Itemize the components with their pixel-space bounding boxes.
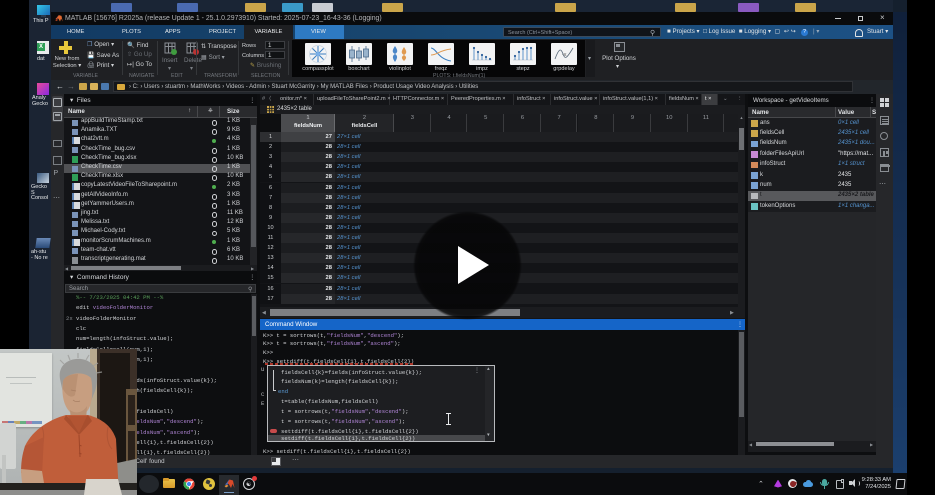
svg-text:-π: -π [562, 52, 567, 57]
